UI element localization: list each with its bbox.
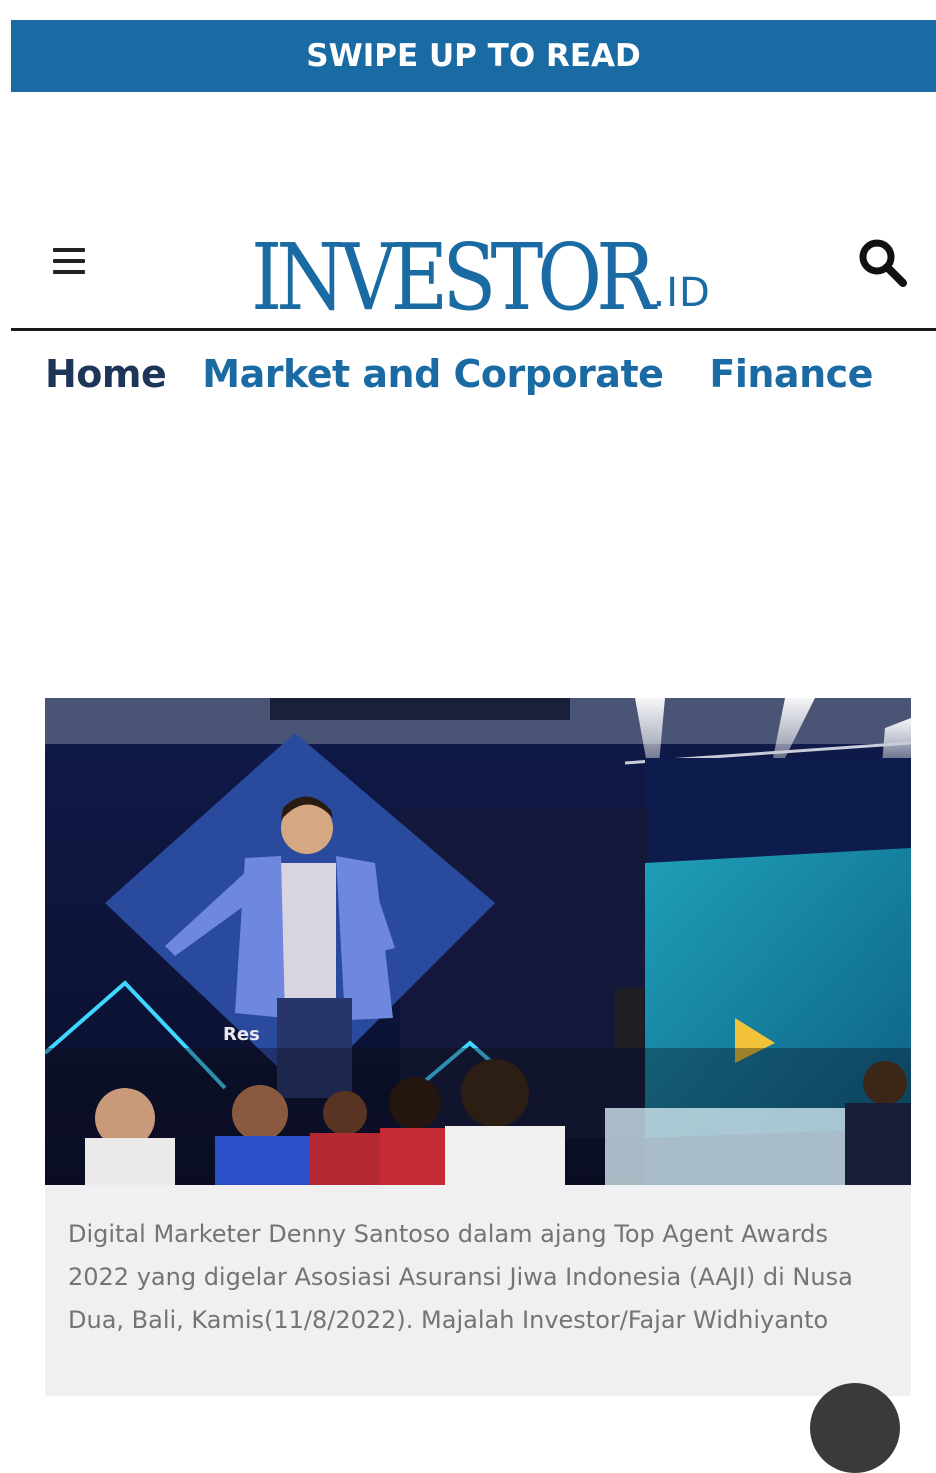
logo-main-text: INVESTOR [251, 224, 656, 331]
search-icon[interactable] [856, 236, 910, 290]
nav-item-market-and-corporate[interactable]: Market and Corporate [202, 352, 664, 396]
logo-suffix-text: .ID [652, 270, 711, 316]
swipe-up-label: SWIPE UP TO READ [306, 38, 641, 74]
photo-caption-box: Digital Marketer Denny Santoso dalam aja… [45, 1185, 911, 1396]
hamburger-menu-icon[interactable] [53, 248, 85, 278]
photo-caption: Digital Marketer Denny Santoso dalam aja… [68, 1220, 853, 1334]
site-header: INVESTOR .ID [11, 200, 936, 331]
category-nav: Home Market and Corporate Finance [45, 352, 873, 396]
article-photo: Res [45, 698, 911, 1185]
nav-item-home[interactable]: Home [45, 352, 167, 396]
swipe-up-banner[interactable]: SWIPE UP TO READ [11, 20, 936, 92]
nav-item-finance[interactable]: Finance [709, 352, 873, 396]
site-logo[interactable]: INVESTOR .ID [251, 214, 711, 324]
scroll-to-top-button[interactable] [810, 1383, 900, 1473]
svg-text:Res: Res [223, 1024, 260, 1045]
